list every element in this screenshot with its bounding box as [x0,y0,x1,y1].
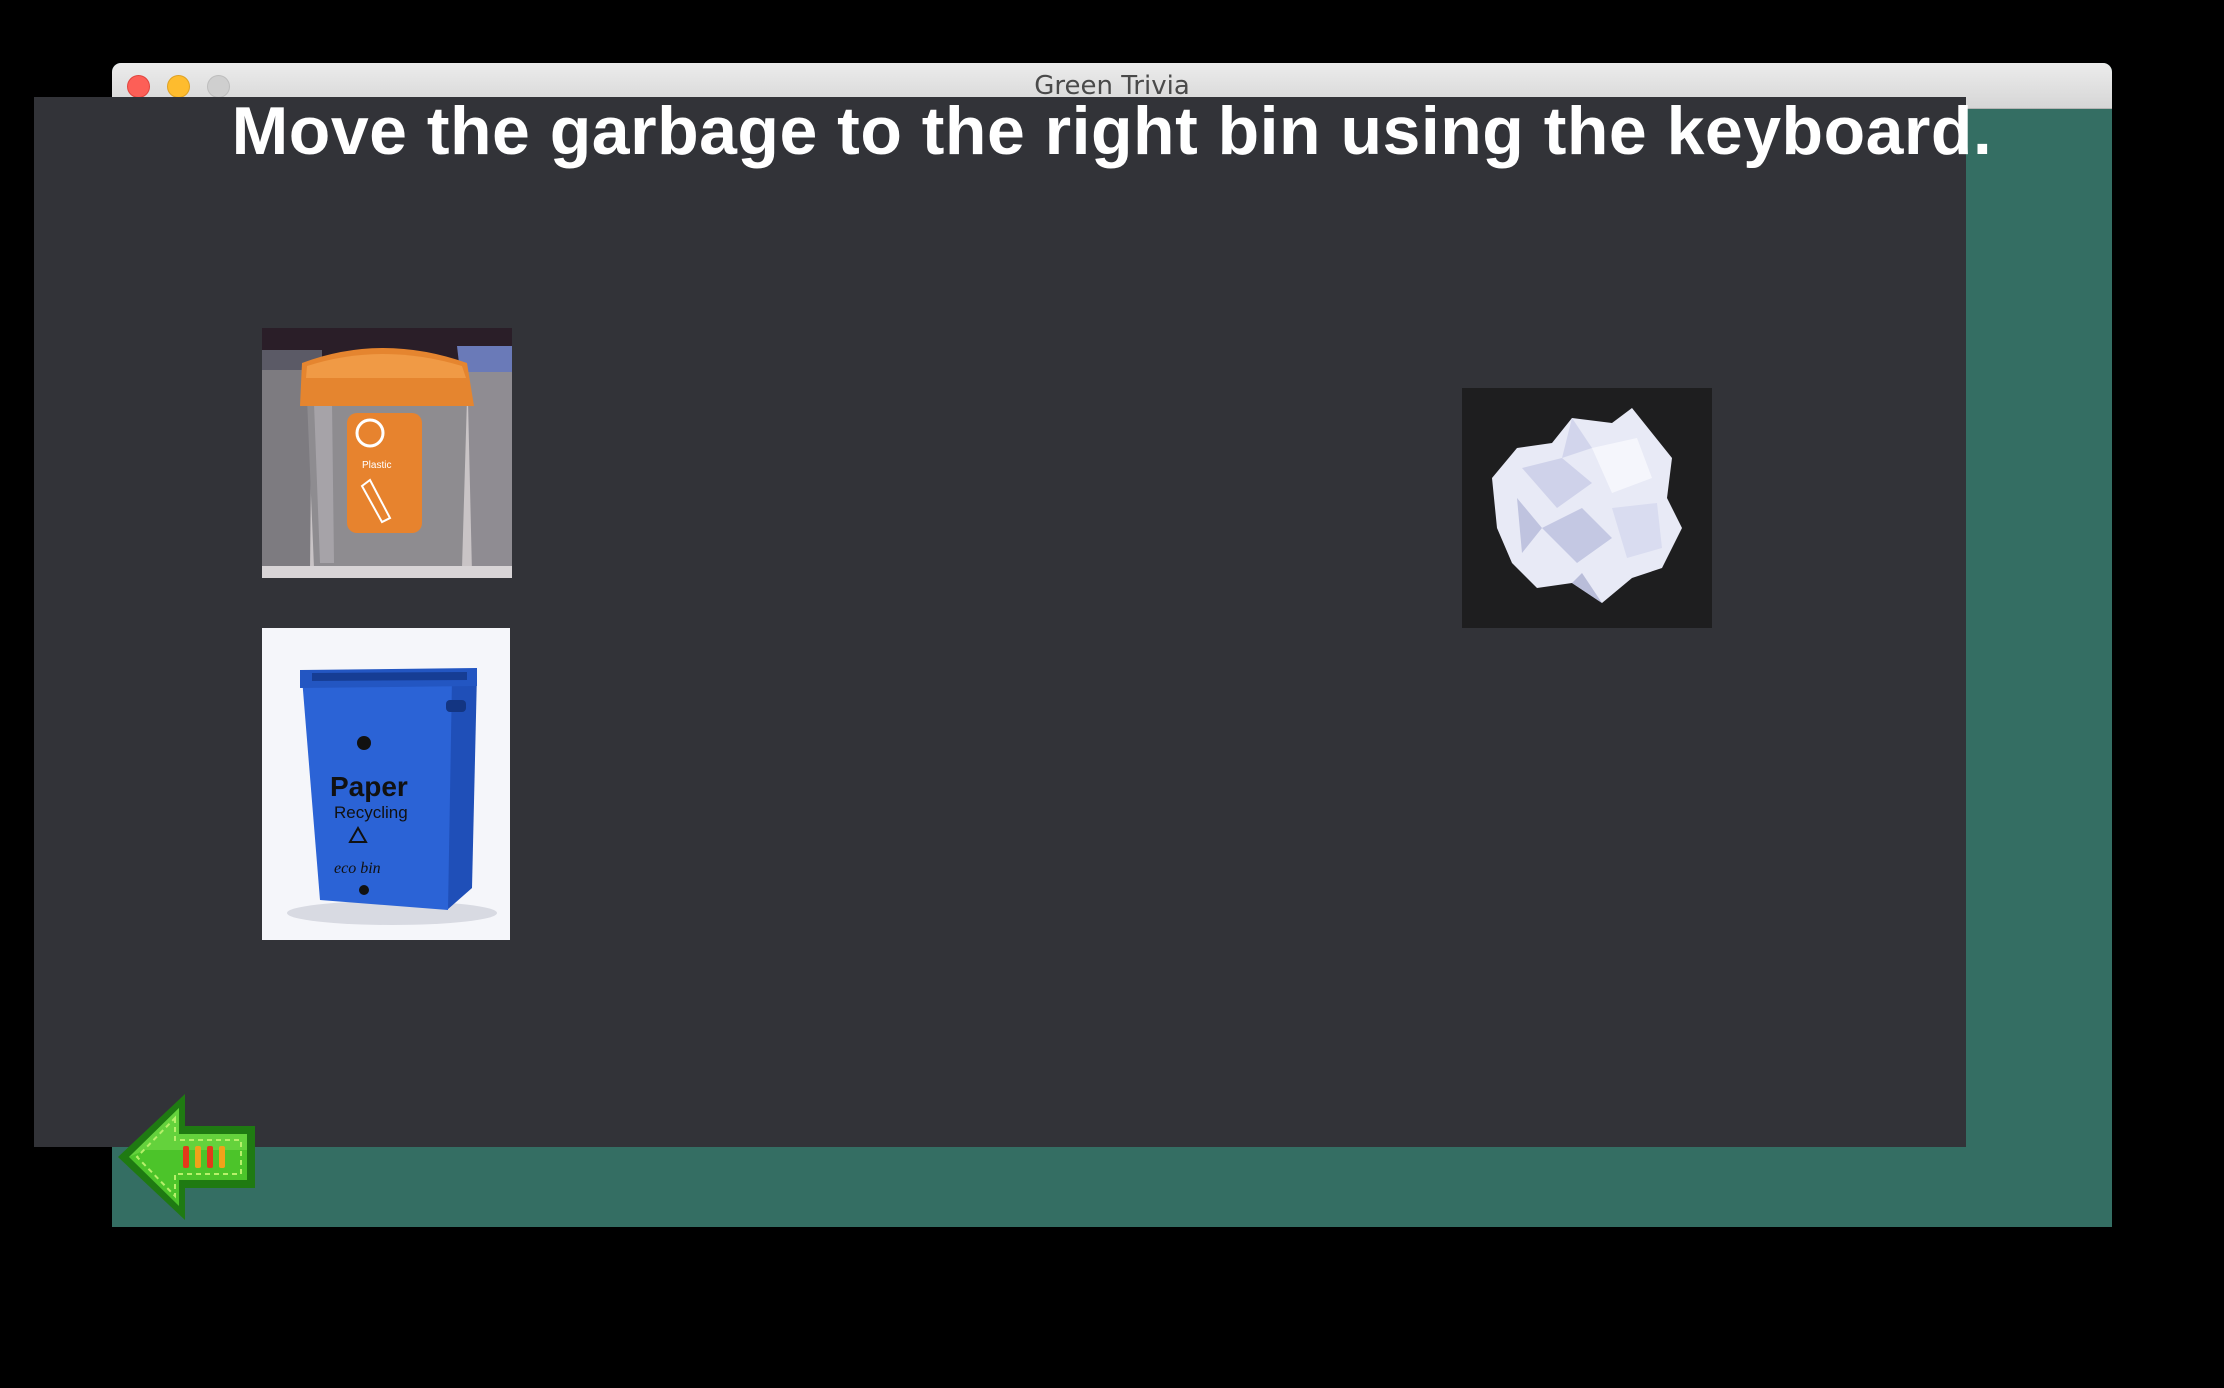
blue-paper-recycling-bin-image: Paper Recycling eco bin [262,628,510,940]
green-back-arrow-icon [118,1094,255,1220]
back-button[interactable] [115,1092,257,1222]
instruction-heading: Move the garbage to the right bin using … [231,93,1993,169]
paper-bin-label: Paper [330,771,408,802]
garbage-item[interactable] [1462,388,1712,628]
paper-bin-sublabel: Recycling [334,803,408,822]
orange-plastic-recycling-bin-image: Plastic [262,328,512,578]
plastic-bin: Plastic [262,328,512,578]
svg-text:Plastic: Plastic [362,460,391,471]
crumpled-paper-image [1462,388,1712,628]
paper-bin: Paper Recycling eco bin [262,628,510,940]
paper-bin-brand: eco bin [334,860,381,877]
